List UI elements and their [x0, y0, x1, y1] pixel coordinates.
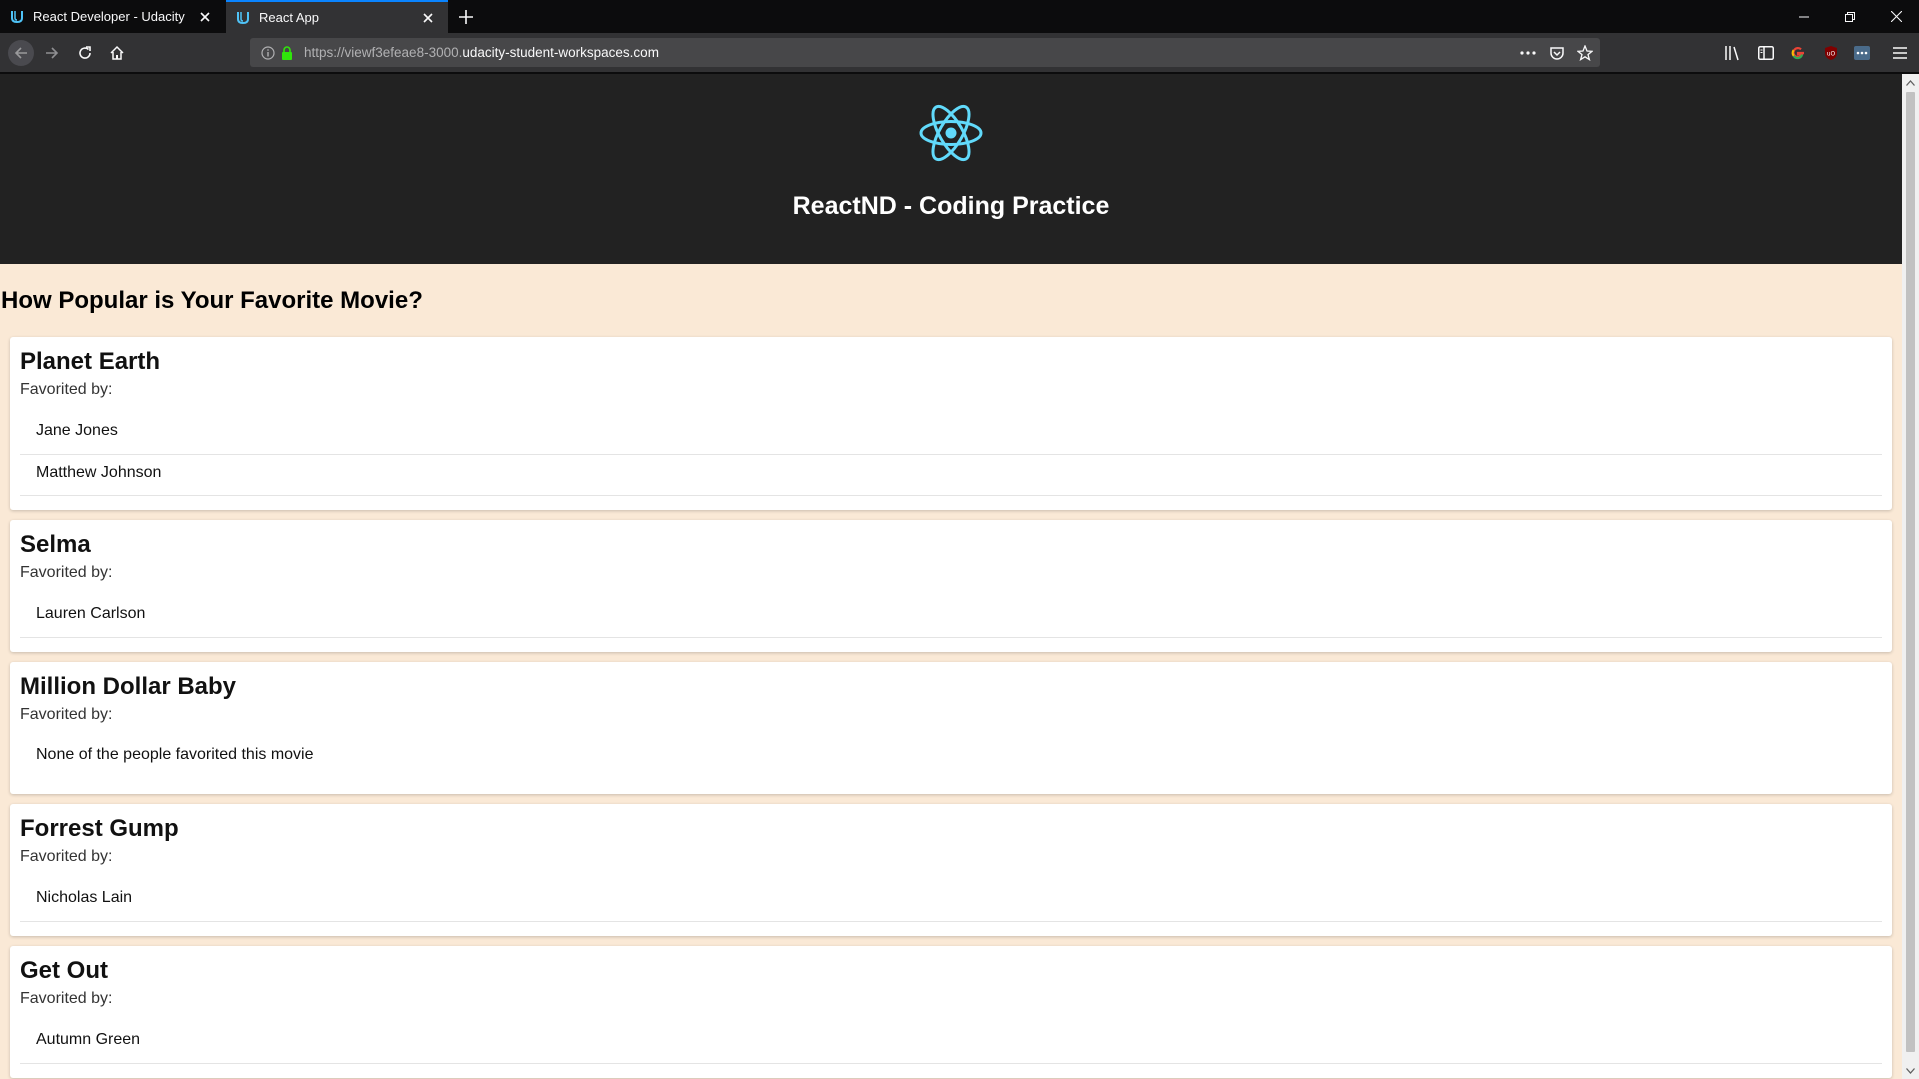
- browser-nav-bar: https://viewf3efeae8-3000.udacity-studen…: [0, 33, 1919, 73]
- info-icon[interactable]: [260, 45, 276, 61]
- no-favorites-message: None of the people favorited this movie: [36, 746, 314, 763]
- udacity-favicon-icon: [235, 10, 251, 26]
- fan-list-item: Jane Jones: [20, 417, 1882, 455]
- lock-icon[interactable]: [280, 45, 294, 61]
- close-icon: [1890, 11, 1902, 22]
- page-viewport: ReactND - Coding Practice How Popular is…: [0, 74, 1902, 1079]
- pocket-icon[interactable]: [1548, 44, 1566, 62]
- movie-title: Get Out: [20, 957, 108, 984]
- arrow-left-icon: [14, 47, 27, 59]
- url-prefix: https://viewf3efeae8-3000.: [304, 45, 463, 60]
- tab-title: React App: [259, 10, 319, 25]
- bookmark-star-icon[interactable]: [1576, 44, 1594, 62]
- fan-list-item: Matthew Johnson: [20, 455, 1882, 496]
- fan-list: Lauren Carlson: [20, 600, 1882, 638]
- movie-title: Selma: [20, 531, 91, 558]
- browser-tab-bar: React Developer - Udacity React App: [0, 0, 1919, 33]
- library-icon[interactable]: [1723, 43, 1743, 63]
- app-header: ReactND - Coding Practice: [0, 74, 1902, 264]
- minimize-window-button[interactable]: [1781, 0, 1827, 33]
- restore-window-button[interactable]: [1827, 0, 1873, 33]
- fan-list: Jane Jones Matthew Johnson: [20, 417, 1882, 496]
- svg-text:uO: uO: [1827, 51, 1836, 58]
- tab-title: React Developer - Udacity: [33, 9, 185, 24]
- favorited-by-label: Favorited by:: [20, 706, 113, 723]
- reload-button[interactable]: [73, 41, 97, 65]
- movie-card: Selma Favorited by: Lauren Carlson: [10, 520, 1892, 652]
- scroll-down-arrow-icon[interactable]: [1902, 1062, 1919, 1079]
- scroll-up-arrow-icon[interactable]: [1902, 74, 1919, 91]
- close-tab-icon[interactable]: [195, 7, 215, 27]
- page-actions-icon[interactable]: [1519, 44, 1537, 62]
- forward-button[interactable]: [40, 41, 64, 65]
- tab-react-app[interactable]: React App: [226, 0, 448, 33]
- fan-list: Nicholas Lain: [20, 884, 1882, 922]
- close-window-button[interactable]: [1873, 0, 1919, 33]
- page-scrollbar[interactable]: [1902, 74, 1919, 1079]
- minimize-icon: [1799, 16, 1809, 17]
- favorited-by-label: Favorited by:: [20, 564, 113, 581]
- url-host: udacity-student-workspaces.com: [462, 45, 659, 60]
- plus-icon: [459, 10, 473, 24]
- favorited-by-label: Favorited by:: [20, 381, 113, 398]
- google-extension-icon[interactable]: [1788, 43, 1808, 63]
- new-tab-button[interactable]: [455, 6, 477, 28]
- fan-list: None of the people favorited this movie: [20, 742, 1882, 780]
- udacity-favicon-icon: [9, 9, 25, 25]
- tab-react-developer-udacity[interactable]: React Developer - Udacity: [0, 0, 225, 33]
- menu-hamburger-icon[interactable]: [1890, 43, 1910, 63]
- movie-title: Million Dollar Baby: [20, 673, 237, 700]
- movie-title: Forrest Gump: [20, 815, 179, 842]
- fan-list-item: Nicholas Lain: [20, 884, 1882, 922]
- fan-list-item: Autumn Green: [20, 1026, 1882, 1064]
- back-button[interactable]: [8, 40, 34, 66]
- fan-list: Autumn Green: [20, 1026, 1882, 1064]
- react-atom-icon: [919, 104, 983, 162]
- ublock-origin-icon[interactable]: uO: [1821, 43, 1841, 63]
- movie-card: Million Dollar Baby Favorited by: None o…: [10, 662, 1892, 794]
- favorited-by-label: Favorited by:: [20, 848, 113, 865]
- restore-icon: [1845, 11, 1855, 22]
- movie-title: Planet Earth: [20, 348, 161, 375]
- movie-card: Forrest Gump Favorited by: Nicholas Lain: [10, 804, 1892, 936]
- close-tab-icon[interactable]: [418, 8, 438, 28]
- movie-card: Planet Earth Favorited by: Jane Jones Ma…: [10, 337, 1892, 510]
- url-text: https://viewf3efeae8-3000.udacity-studen…: [304, 45, 659, 60]
- movie-card: Get Out Favorited by: Autumn Green: [10, 946, 1892, 1078]
- reload-icon: [79, 46, 91, 59]
- home-button[interactable]: [105, 41, 129, 65]
- home-icon: [110, 45, 124, 60]
- sidebar-icon[interactable]: [1756, 43, 1776, 63]
- favorited-by-label: Favorited by:: [20, 990, 113, 1007]
- extension-overflow-icon[interactable]: [1852, 43, 1872, 63]
- address-bar[interactable]: https://viewf3efeae8-3000.udacity-studen…: [250, 38, 1600, 67]
- movie-list: Planet Earth Favorited by: Jane Jones Ma…: [0, 337, 1902, 1078]
- arrow-right-icon: [46, 47, 59, 59]
- fan-list-item: Lauren Carlson: [20, 600, 1882, 638]
- page-heading: How Popular is Your Favorite Movie?: [1, 287, 423, 314]
- scrollbar-thumb[interactable]: [1906, 92, 1915, 1052]
- app-title: ReactND - Coding Practice: [792, 192, 1110, 220]
